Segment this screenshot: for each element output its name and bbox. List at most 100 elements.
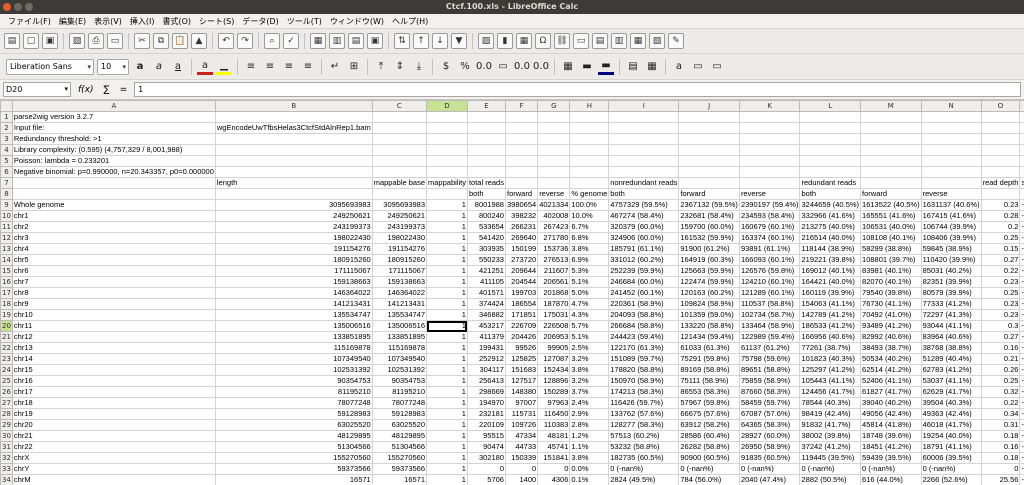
cell[interactable]: 125663 (59.9%): [678, 265, 740, 277]
cell[interactable]: 16571: [371, 474, 428, 485]
row-header[interactable]: 14: [0, 254, 13, 266]
new-icon[interactable]: ▤: [4, 33, 20, 49]
cell[interactable]: 87660 (58.3%): [738, 386, 801, 398]
cell[interactable]: [466, 122, 506, 134]
cell[interactable]: [920, 155, 982, 167]
cell[interactable]: 38493 (38.7%): [860, 342, 922, 354]
row-header[interactable]: 22: [0, 342, 13, 354]
cell[interactable]: [1019, 144, 1024, 156]
cell[interactable]: 249250621: [371, 210, 428, 222]
cell[interactable]: 89169 (58.8%): [678, 364, 740, 376]
cell[interactable]: [426, 111, 468, 123]
cell[interactable]: reverse: [738, 188, 801, 200]
cell[interactable]: 2367132 (59.5%): [678, 199, 740, 211]
cell[interactable]: 1: [426, 474, 468, 485]
font-color-icon[interactable]: a: [197, 59, 213, 75]
show-draw-functions-icon[interactable]: ✎: [668, 33, 684, 49]
cell[interactable]: 82070 (40.1%): [860, 276, 922, 288]
cell[interactable]: 59373566: [371, 463, 428, 475]
cell[interactable]: 51304566: [371, 441, 428, 453]
cell[interactable]: 133464 (58.9%): [738, 320, 801, 332]
cell[interactable]: 467274 (58.4%): [608, 210, 680, 222]
cell[interactable]: [980, 144, 1021, 156]
cell[interactable]: 0: [980, 463, 1021, 475]
cell[interactable]: 151089 (59.7%): [608, 353, 680, 365]
cell[interactable]: 271780: [537, 232, 571, 244]
cell[interactable]: 201868: [537, 287, 571, 299]
cell[interactable]: 19254 (40.0%): [920, 430, 982, 442]
cell[interactable]: [504, 122, 539, 134]
cell[interactable]: 80579 (39.9%): [920, 287, 982, 299]
column-header[interactable]: B: [214, 100, 373, 112]
cell[interactable]: 199703: [504, 287, 539, 299]
cell[interactable]: 106744 (39.9%): [920, 221, 982, 233]
cell[interactable]: 5706: [466, 474, 506, 485]
column-header[interactable]: L: [799, 100, 862, 112]
cell[interactable]: [678, 133, 740, 145]
cell[interactable]: 304117: [466, 364, 506, 376]
column-header[interactable]: G: [537, 100, 571, 112]
cell[interactable]: 1: [426, 342, 468, 354]
cell[interactable]: 121289 (60.1%): [738, 287, 801, 299]
cell[interactable]: 171115067: [214, 265, 373, 277]
cell[interactable]: 204426: [504, 331, 539, 343]
cell[interactable]: wgEncodeUwTfbsHelas3CtcfStdAlnRep1.bam: [214, 122, 373, 134]
cell[interactable]: 220361 (58.9%): [608, 298, 680, 310]
cell[interactable]: 2266 (52.6%): [920, 474, 982, 485]
cell[interactable]: 174213 (58.3%): [608, 386, 680, 398]
cell[interactable]: 1: [426, 320, 468, 332]
cell[interactable]: [980, 122, 1021, 134]
cell[interactable]: 82351 (39.9%): [920, 276, 982, 288]
cell[interactable]: 127517: [504, 375, 539, 387]
cell[interactable]: Poisson: lambda = 0.233201: [11, 155, 216, 167]
cell[interactable]: 244423 (59.4%): [608, 331, 680, 343]
cell[interactable]: [920, 122, 982, 134]
cell[interactable]: [980, 166, 1021, 178]
cell[interactable]: chr8: [11, 287, 216, 299]
row-header[interactable]: 24: [0, 364, 13, 376]
cell[interactable]: 75798 (59.6%): [738, 353, 801, 365]
cell[interactable]: 44733: [504, 441, 539, 453]
cell[interactable]: 26950 (58.9%): [738, 441, 801, 453]
cell[interactable]: -: [1019, 397, 1024, 409]
column-header[interactable]: E: [466, 100, 506, 112]
cell[interactable]: [678, 144, 740, 156]
row-header[interactable]: 12: [0, 232, 13, 244]
cell[interactable]: Redundancy threshold: >1: [11, 133, 216, 145]
cell[interactable]: 1: [426, 452, 468, 464]
cell[interactable]: 135006516: [214, 320, 373, 332]
menu-item[interactable]: ヘルプ(H): [388, 16, 432, 27]
cell[interactable]: [426, 188, 468, 200]
freeze-icon[interactable]: ▦: [630, 33, 646, 49]
cell[interactable]: 63025520: [214, 419, 373, 431]
row-header[interactable]: 3: [0, 133, 13, 145]
cell[interactable]: read depth: [980, 177, 1021, 189]
font-name-combo[interactable]: Liberation Sans ▾: [6, 58, 94, 75]
cell[interactable]: 273720: [504, 254, 539, 266]
cell[interactable]: [738, 133, 801, 145]
cell[interactable]: 107349540: [371, 353, 428, 365]
row-header[interactable]: 16: [0, 276, 13, 288]
cell[interactable]: 1613522 (40.5%): [860, 199, 922, 211]
cell[interactable]: 121434 (59.4%): [678, 331, 740, 343]
save-icon[interactable]: ▣: [42, 33, 58, 49]
cell[interactable]: [799, 155, 862, 167]
cell[interactable]: 533654: [466, 221, 506, 233]
cell[interactable]: 135534747: [214, 309, 373, 321]
cell[interactable]: 25.56: [980, 474, 1021, 485]
cell[interactable]: 59373566: [214, 463, 373, 475]
cell[interactable]: 57513 (60.2%): [608, 430, 680, 442]
cell[interactable]: [371, 122, 428, 134]
cell[interactable]: 116450: [537, 408, 571, 420]
export-pdf-icon[interactable]: ▧: [69, 33, 85, 49]
cell[interactable]: 48129895: [371, 430, 428, 442]
cell[interactable]: [569, 122, 610, 134]
cell[interactable]: [569, 144, 610, 156]
cell[interactable]: 61137 (61.2%): [738, 342, 801, 354]
cell[interactable]: % genome: [569, 188, 610, 200]
cell[interactable]: [799, 166, 862, 178]
cell[interactable]: 18451 (41.2%): [860, 441, 922, 453]
cell[interactable]: 213275 (40.0%): [799, 221, 862, 233]
cell[interactable]: 1: [426, 463, 468, 475]
cell[interactable]: forward: [860, 188, 922, 200]
